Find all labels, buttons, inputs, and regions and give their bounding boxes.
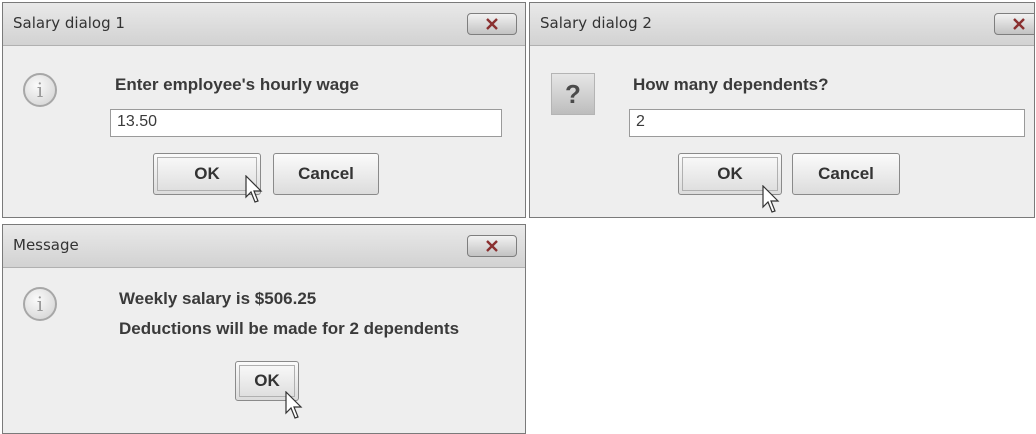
cancel-button[interactable]: Cancel — [273, 153, 379, 195]
salary-dialog-2: Salary dialog 2 ? How many dependents? 2… — [529, 2, 1035, 218]
dialog-title: Salary dialog 1 — [13, 14, 125, 32]
close-icon — [486, 240, 498, 252]
title-bar[interactable]: Salary dialog 2 — [530, 3, 1034, 46]
dependents-input[interactable]: 2 — [629, 109, 1025, 137]
close-icon — [486, 18, 498, 30]
mouse-cursor-icon — [245, 175, 263, 203]
info-icon: i — [23, 287, 57, 321]
prompt-label: Enter employee's hourly wage — [115, 75, 360, 94]
salary-message: Weekly salary is $506.25 — [119, 289, 317, 308]
dialog-title: Salary dialog 2 — [540, 14, 652, 32]
close-button[interactable] — [467, 13, 517, 35]
title-bar[interactable]: Message — [3, 225, 525, 268]
mouse-cursor-icon — [285, 391, 303, 419]
prompt-label: How many dependents? — [633, 75, 829, 94]
cancel-button[interactable]: Cancel — [792, 153, 900, 195]
question-icon: ? — [551, 73, 595, 115]
dialog-title: Message — [13, 236, 79, 254]
mouse-cursor-icon — [762, 185, 780, 213]
close-icon — [1013, 18, 1025, 30]
close-button[interactable] — [467, 235, 517, 257]
close-button[interactable] — [994, 13, 1034, 35]
hourly-wage-input[interactable]: 13.50 — [110, 109, 502, 137]
salary-dialog-1: Salary dialog 1 i Enter employee's hourl… — [2, 2, 526, 218]
deductions-message: Deductions will be made for 2 dependents — [119, 319, 460, 338]
message-dialog: Message i Weekly salary is $506.25 Deduc… — [2, 224, 526, 434]
info-icon: i — [23, 73, 57, 107]
title-bar[interactable]: Salary dialog 1 — [3, 3, 525, 46]
